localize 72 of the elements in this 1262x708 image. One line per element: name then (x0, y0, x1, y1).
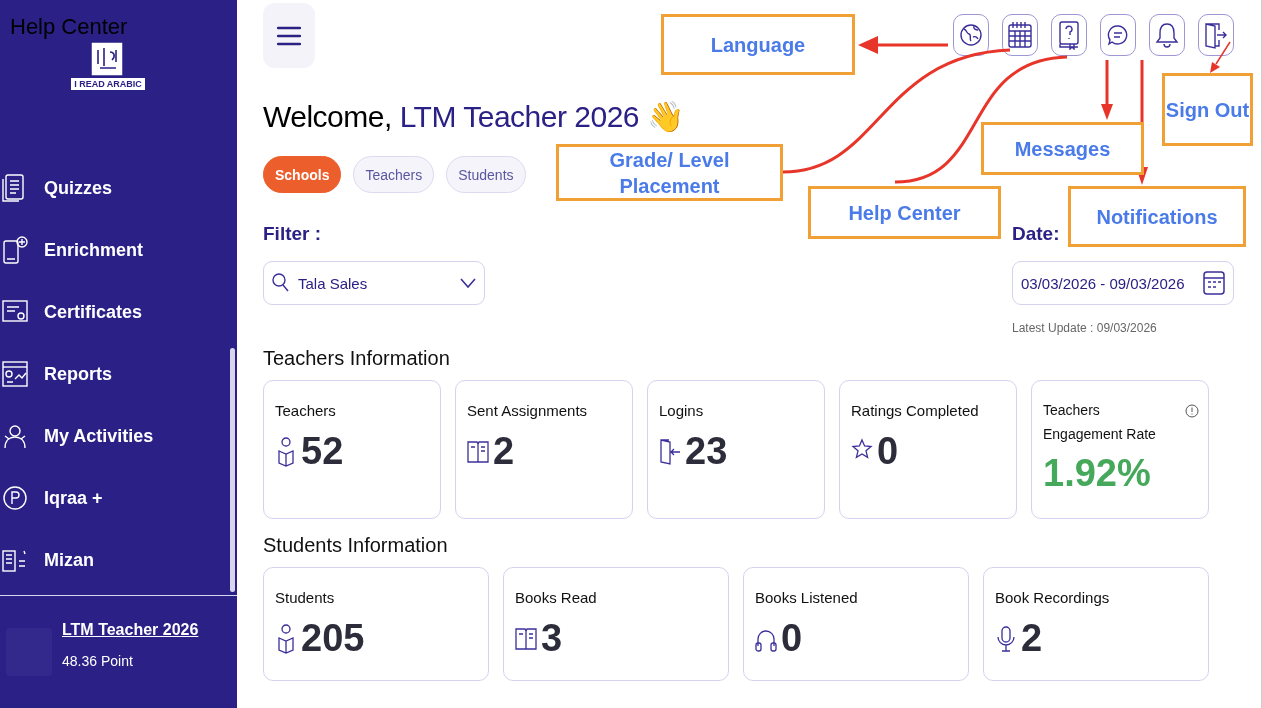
stat-value: 2 (1021, 617, 1043, 660)
stat-value: 0 (877, 430, 899, 473)
stat-label: Books Listened (755, 589, 858, 606)
sign-out-button[interactable] (1198, 14, 1234, 56)
language-button[interactable] (953, 14, 989, 56)
stat-value: 1.92% (1043, 452, 1151, 495)
messages-button[interactable] (1100, 14, 1136, 56)
chat-icon (1107, 24, 1129, 46)
exit-door-icon (1204, 21, 1228, 49)
date-range-field[interactable]: 03/03/2026 - 09/03/2026 (1012, 261, 1234, 305)
welcome-heading: Welcome, LTM Teacher 2026 👋 (263, 99, 684, 134)
stat-label: Teachers (275, 402, 336, 419)
stat-label: Book Recordings (995, 589, 1110, 606)
globe-icon (959, 23, 983, 47)
latest-update-text: Latest Update : 09/03/2026 (1012, 321, 1158, 335)
scrollbar[interactable] (230, 348, 235, 592)
stat-label: Logins (659, 402, 704, 419)
filter-label: Filter : (263, 223, 323, 246)
section-heading: Students Information (263, 534, 449, 557)
callout-label: Help Center (808, 186, 1001, 239)
sidebar-item[interactable]: Quizzes (0, 166, 237, 210)
stat-value: 23 (685, 430, 728, 473)
callout-label: Messages (981, 122, 1144, 175)
user-name-link[interactable]: LTM Teacher 2026 (62, 621, 199, 639)
chevron-down-icon (460, 278, 476, 288)
search-icon (272, 273, 290, 293)
bell-icon (1155, 21, 1179, 49)
info-icon (1185, 404, 1199, 418)
arrow (1210, 41, 1231, 73)
stat-label: Ratings Completed (851, 402, 979, 419)
p-circle-icon (2, 483, 28, 513)
tab[interactable]: Teachers (353, 156, 435, 193)
calendar-button[interactable] (1002, 14, 1038, 56)
calendar-icon (1007, 21, 1033, 49)
date-label: Date: (1012, 223, 1061, 246)
menu-icon (277, 25, 301, 46)
sidebar-item[interactable]: Iqraa + (0, 476, 237, 520)
tab[interactable]: Students (446, 156, 526, 193)
sidebar-item[interactable]: Mizan (0, 538, 237, 582)
callout-label: Sign Out (1162, 73, 1253, 146)
stat-label: Students (275, 589, 335, 606)
sidebar-item[interactable]: Certificates (0, 290, 237, 334)
stat-value: 2 (493, 430, 515, 473)
sidebar-item[interactable]: My Activities (0, 414, 237, 458)
sidebar-item[interactable]: Enrichment (0, 228, 237, 272)
section-heading: Teachers Information (263, 347, 451, 370)
reader-icon (275, 436, 297, 467)
microphone-icon (995, 623, 1017, 654)
callout-label: Grade/ Level Placement (556, 144, 783, 201)
help-button[interactable] (1051, 14, 1087, 56)
stat-value: 0 (781, 617, 803, 660)
stat-label: Teachers Engagement Rate (1043, 401, 1157, 444)
points-text: 48.36 Point (62, 653, 134, 669)
stat-value: 52 (301, 430, 344, 473)
stat-value: 205 (301, 617, 365, 660)
menu-button[interactable] (263, 3, 315, 68)
sidebar-item[interactable]: Reports (0, 352, 237, 396)
report-icon (2, 359, 28, 389)
stat-label: Books Read (515, 589, 597, 606)
stat-label: Sent Assignments (467, 402, 588, 419)
stat-value: 3 (541, 617, 563, 660)
notifications-button[interactable] (1149, 14, 1185, 56)
callout-label: Language (661, 14, 855, 75)
arrow (1101, 60, 1113, 120)
callout-label: Notifications (1068, 186, 1246, 247)
door-icon (659, 436, 681, 467)
help-book-icon (1058, 20, 1080, 50)
overlay-label: Help Center (10, 14, 128, 40)
filter-dropdown[interactable]: Tala Sales (263, 261, 485, 305)
book-plus-icon (2, 235, 28, 265)
reader-icon (275, 623, 297, 654)
calendar-icon (1203, 270, 1225, 296)
